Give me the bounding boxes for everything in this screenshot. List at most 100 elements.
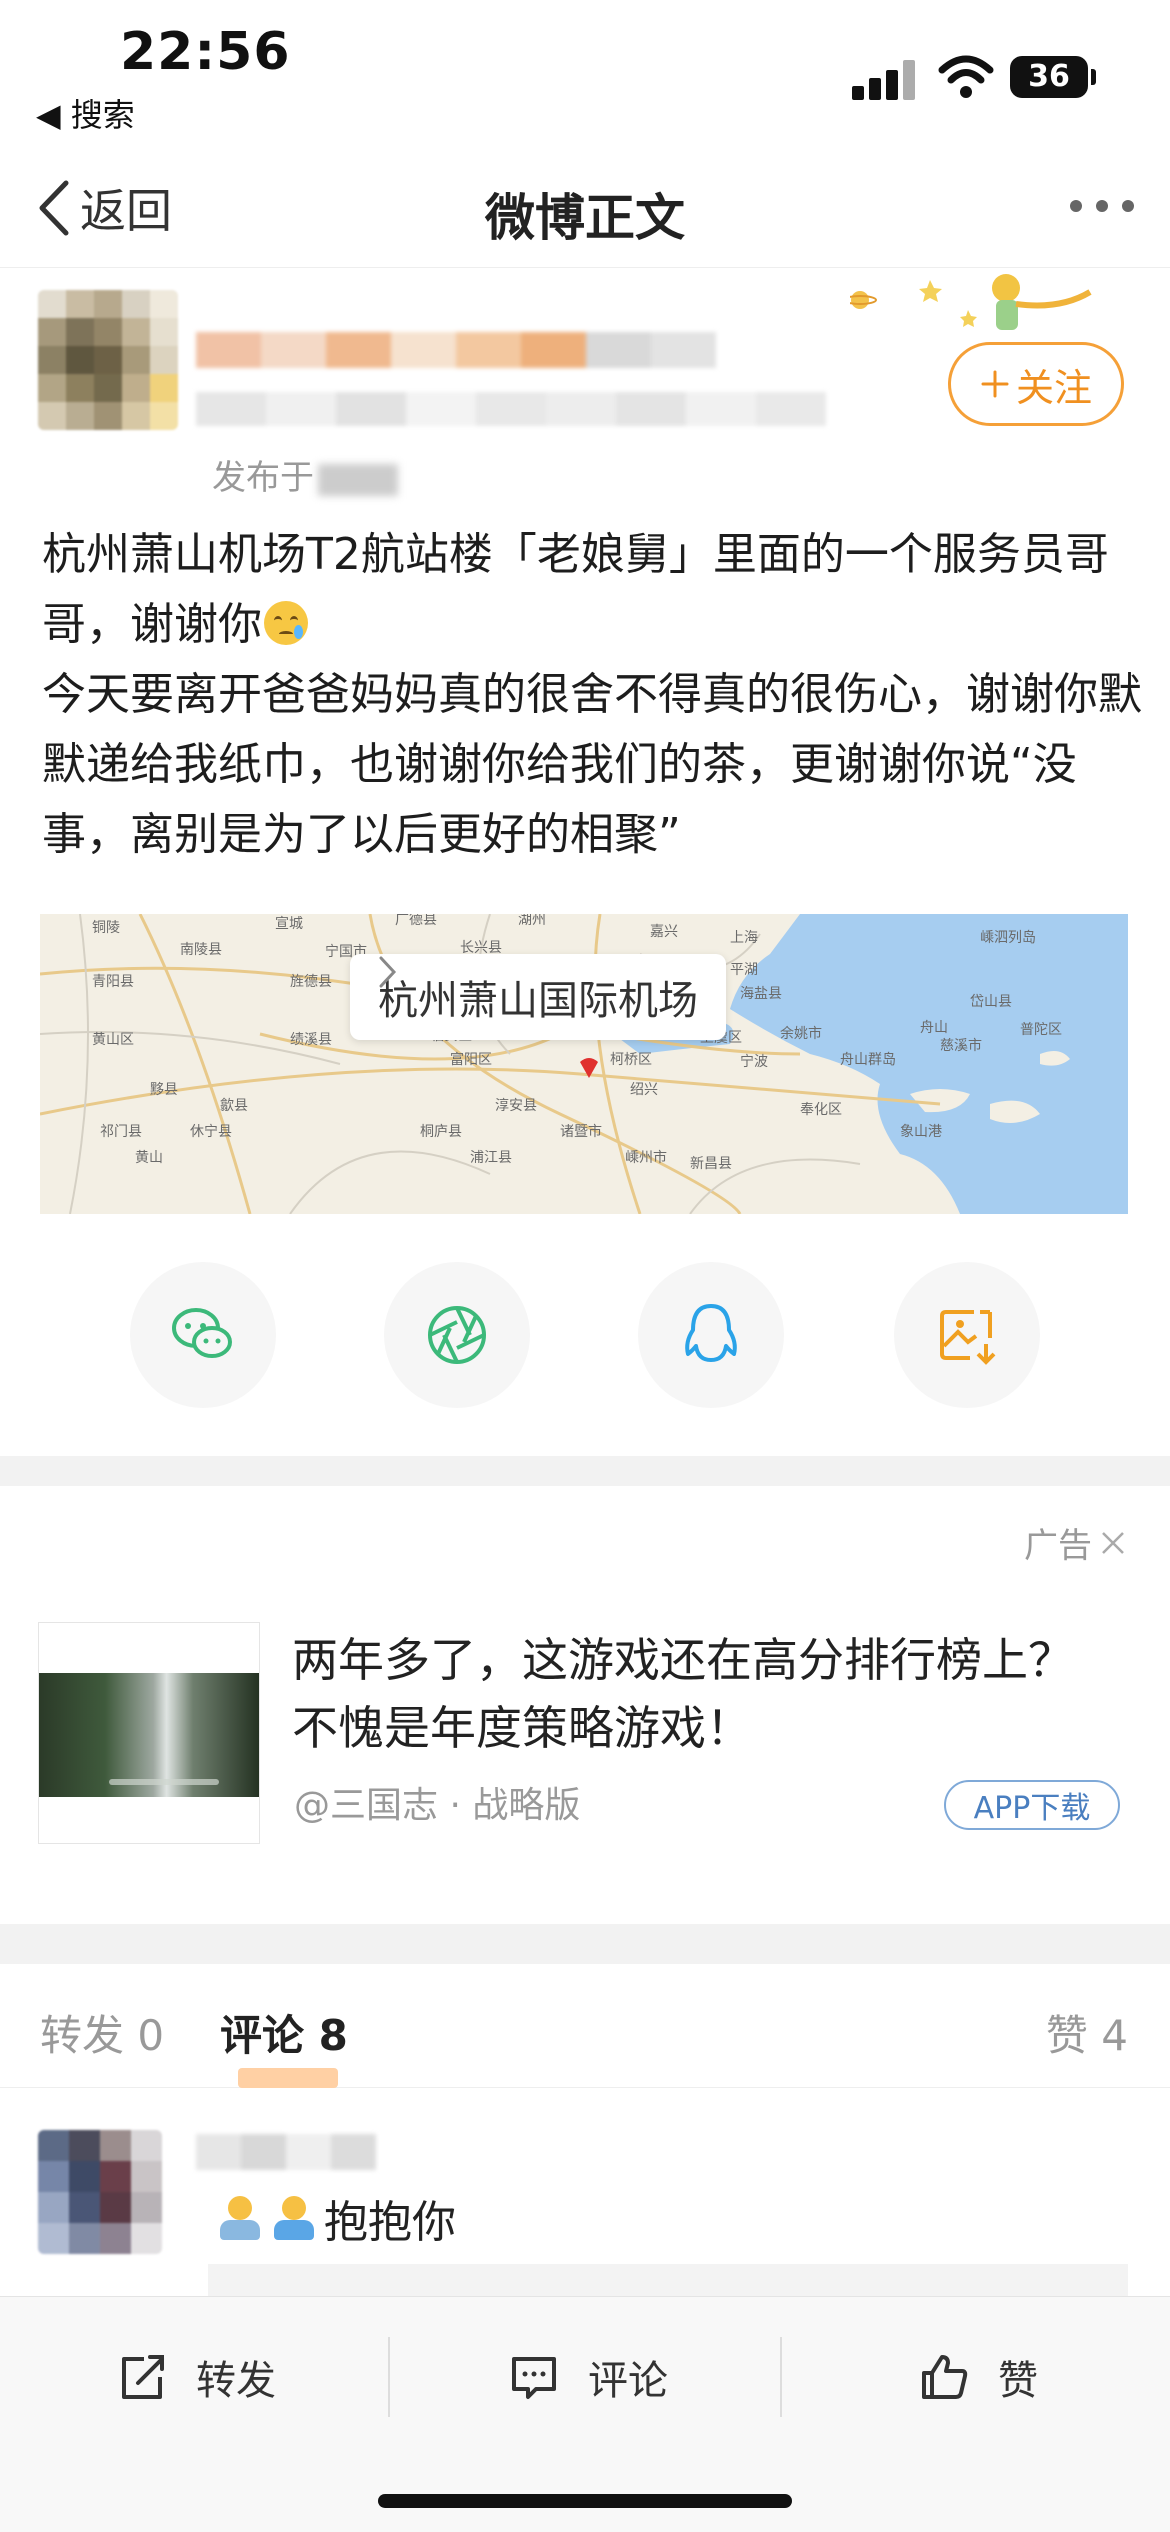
ad-label: 广告 — [1024, 1518, 1128, 1567]
battery-icon: 36 — [1010, 56, 1096, 98]
map-place-label: 黟县 — [150, 1082, 178, 1098]
map-place-label: 嘉兴 — [650, 924, 678, 940]
section-divider — [0, 1924, 1170, 1964]
post-text-line-2: 今天要离开爸爸妈妈真的很舍不得真的很伤心，谢谢你默默递给我纸巾，也谢谢你给我们的… — [42, 669, 1142, 860]
save-image-icon — [940, 1310, 996, 1365]
map-place-label: 歙县 — [220, 1097, 248, 1114]
map-location-pill[interactable]: 杭州萧山国际机场 — [350, 954, 726, 1040]
ad-thumbnail[interactable] — [38, 1622, 260, 1844]
home-indicator — [378, 2494, 792, 2508]
ad-title[interactable]: 两年多了，这游戏还在高分排行榜上？不愧是年度策略游戏！ — [292, 1626, 1112, 1762]
thumbs-up-icon — [922, 2355, 968, 2399]
location-map-card[interactable]: 铜陵宣城广德县湖州嘉兴上海南陵县宁国市长兴县安吉县桐乡海盐县嵊泗列岛青阳县旌德县… — [40, 914, 1128, 1214]
share-qq-button[interactable] — [638, 1262, 784, 1408]
map-place-label: 奉化区 — [800, 1102, 842, 1118]
map-place-label: 湖州 — [518, 914, 546, 928]
status-time: 22:56 — [120, 22, 291, 82]
interaction-tabs: 转发 0 评论 8 赞 4 — [0, 1964, 1170, 2088]
tab-comments[interactable]: 评论 8 — [220, 2002, 348, 2063]
plus-icon — [981, 370, 1009, 398]
close-icon[interactable] — [1098, 1528, 1128, 1558]
comment-label: 评论 — [588, 2358, 668, 2404]
save-image-button[interactable] — [894, 1262, 1040, 1408]
wifi-icon — [938, 52, 994, 100]
map-place-label: 新昌县 — [690, 1156, 732, 1172]
map-place-label: 象山港 — [900, 1124, 942, 1140]
map-place-label: 舟山群岛 — [840, 1052, 896, 1068]
map-place-label: 海盐县 — [740, 986, 782, 1002]
share-wechat-button[interactable] — [130, 1262, 276, 1408]
map-place-label: 桐庐县 — [420, 1124, 462, 1140]
map-place-label: 普陀区 — [1020, 1022, 1062, 1038]
repost-icon — [122, 2355, 164, 2399]
post-meta-redacted — [196, 392, 826, 426]
map-place-label: 诸暨市 — [560, 1123, 602, 1140]
wechat-icon — [172, 1308, 232, 1358]
map-place-label: 铜陵 — [92, 920, 120, 936]
repost-label: 转发 — [196, 2358, 276, 2404]
map-place-label: 舟山 — [920, 1020, 948, 1036]
map-place-label: 上海 — [730, 930, 758, 946]
commenter-name-redacted[interactable] — [196, 2134, 376, 2170]
post-text-line-1: 杭州萧山机场T2航站楼「老娘舅」里面的一个服务员哥哥，谢谢你 — [42, 529, 1109, 650]
tab-active-indicator — [238, 2068, 338, 2088]
app-download-button[interactable]: APP下载 — [944, 1780, 1120, 1830]
ad-card[interactable]: 广告 两年多了，这游戏还在高分排行榜上？不愧是年度策略游戏！ @三国志 · 战略… — [0, 1486, 1170, 1926]
more-options-button[interactable] — [1070, 200, 1134, 212]
like-button[interactable]: 赞 — [916, 2337, 1038, 2417]
ad-source: @三国志 · 战略版 — [294, 1785, 581, 1826]
map-place-label: 祁门县 — [100, 1124, 142, 1140]
location-prefix: 发布于 — [212, 458, 314, 498]
location-redacted — [318, 463, 398, 496]
map-place-label: 宁波 — [740, 1053, 768, 1070]
map-place-label: 嵊泗列岛 — [980, 930, 1036, 946]
like-label: 赞 — [998, 2358, 1038, 2404]
map-place-label: 富阳区 — [450, 1051, 492, 1068]
comment-text: 抱抱你 — [216, 2186, 456, 2250]
back-to-search-app[interactable]: ◀ 搜索 — [36, 90, 135, 136]
map-place-label: 绍兴 — [630, 1082, 658, 1098]
navigation-bar: 返回 微博正文 — [0, 150, 1170, 268]
map-place-label: 青阳县 — [92, 974, 134, 990]
author-name-redacted[interactable] — [196, 332, 716, 368]
map-location-label: 杭州萧山国际机场 — [378, 978, 698, 1024]
map-place-label: 南陵县 — [180, 942, 222, 958]
share-moments-button[interactable] — [384, 1262, 530, 1408]
map-place-label: 黄山区 — [92, 1031, 134, 1048]
map-place-label: 绩溪县 — [290, 1032, 332, 1048]
hug-emoji-icon — [270, 2194, 318, 2242]
hug-emoji-icon — [216, 2194, 264, 2242]
chevron-right-icon — [379, 956, 397, 988]
map-place-label: 柯桥区 — [610, 1052, 652, 1068]
follow-button[interactable]: 关注 — [948, 342, 1124, 426]
map-place-label: 休宁县 — [190, 1123, 232, 1140]
map-place-label: 黄山 — [135, 1149, 163, 1166]
moments-aperture-icon — [428, 1306, 486, 1364]
status-bar: 22:56 ◀ 搜索 36 — [0, 0, 1170, 135]
map-place-label: 平湖 — [730, 962, 758, 978]
qq-penguin-icon — [685, 1304, 737, 1362]
post-content: 杭州萧山机场T2航站楼「老娘舅」里面的一个服务员哥哥，谢谢你 今天要离开爸爸妈妈… — [42, 520, 1142, 870]
section-divider — [0, 1456, 1170, 1486]
cellular-signal-icon — [852, 58, 916, 100]
map-place-label: 广德县 — [395, 914, 437, 928]
map-place-label: 浦江县 — [470, 1150, 512, 1166]
map-place-label: 嵊州市 — [625, 1149, 667, 1166]
comment-text-label: 抱抱你 — [324, 2197, 456, 2248]
map-place-label: 余姚市 — [780, 1025, 822, 1042]
comment-button[interactable]: 评论 — [506, 2337, 668, 2417]
weibo-post-page: 22:56 ◀ 搜索 36 返回 微博正文 发布于 关注 杭州萧山机场T2航站楼… — [0, 0, 1170, 2532]
author-avatar[interactable] — [38, 290, 178, 430]
post-location: 发布于 — [212, 450, 398, 499]
map-place-label: 慈溪市 — [940, 1037, 982, 1054]
map-place-label: 岱山县 — [970, 994, 1012, 1010]
repost-button[interactable]: 转发 — [114, 2337, 276, 2417]
tab-likes[interactable]: 赞 4 — [1046, 2002, 1128, 2063]
map-place-label: 旌德县 — [290, 974, 332, 990]
comment-item: 抱抱你 — [0, 2092, 1170, 2304]
post-header: 发布于 关注 — [0, 270, 1170, 500]
map-place-label: 淳安县 — [495, 1097, 537, 1114]
follow-label: 关注 — [1015, 365, 1092, 410]
commenter-avatar[interactable] — [38, 2130, 162, 2254]
tab-reposts[interactable]: 转发 0 — [40, 2002, 164, 2063]
